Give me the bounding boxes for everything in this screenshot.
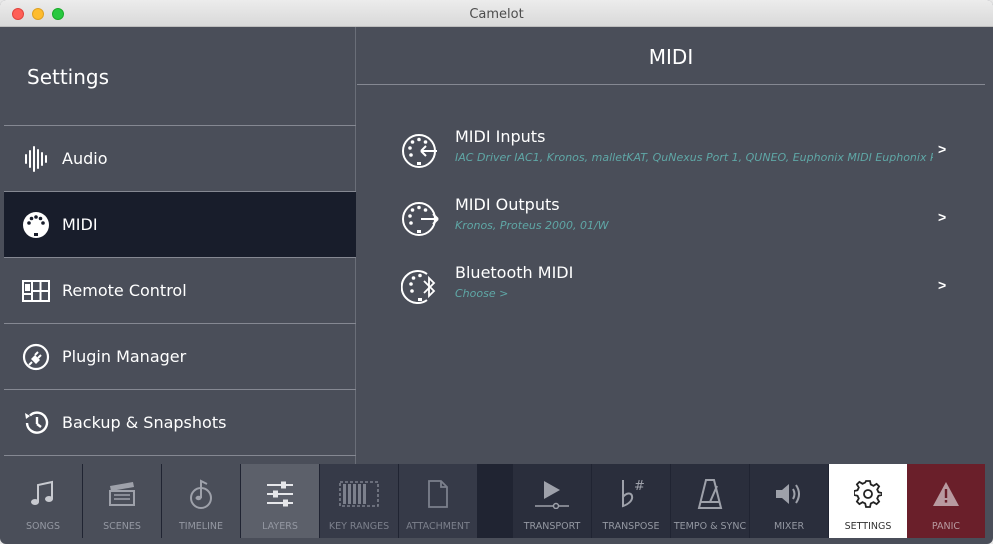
midi-input-icon (401, 131, 441, 171)
sidebar-item-plugin-manager[interactable]: Plugin Manager (4, 324, 356, 390)
tab-attachment[interactable]: ATTACHMENT (399, 464, 477, 538)
tab-settings[interactable]: SETTINGS (829, 464, 907, 538)
app-frame: Settings Audio MIDI Remote Control Plugi… (4, 27, 985, 538)
tab-label: LAYERS (262, 521, 298, 532)
tab-panic[interactable]: PANIC (907, 464, 985, 538)
row-subtitle: IAC Driver IAC1, Kronos, malletKAT, QuNe… (455, 151, 933, 164)
chevron-right-icon: > (938, 141, 947, 157)
chevron-right-icon: > (938, 209, 947, 225)
row-subtitle: Kronos, Proteus 2000, 01/W (455, 219, 609, 232)
history-icon (22, 409, 50, 437)
sidebar-item-label: MIDI (62, 215, 98, 234)
tab-label: MIXER (773, 521, 805, 532)
svg-text:#: # (634, 479, 645, 494)
warning-icon (907, 478, 985, 510)
tab-label: TEMPO & SYNC (673, 521, 747, 532)
waveform-icon (22, 145, 50, 173)
sidebar-item-backup-snapshots[interactable]: Backup & Snapshots (4, 390, 356, 456)
midi-output-icon (401, 199, 441, 239)
sidebar-title: Settings (27, 65, 110, 89)
document-icon (399, 478, 477, 510)
tab-label: PANIC (931, 521, 961, 532)
midi-settings-panel: MIDI MIDI Inputs IAC Driver IAC1, Kronos… (357, 27, 985, 464)
sidebar-item-audio[interactable]: Audio (4, 126, 356, 192)
title-bar: Camelot (0, 0, 993, 27)
midi-connector-icon (22, 211, 50, 239)
tab-layers[interactable]: LAYERS (241, 464, 319, 538)
bluetooth-midi-row[interactable]: Bluetooth MIDI Choose > > (357, 255, 985, 319)
tab-scenes[interactable]: SCENES (83, 464, 161, 538)
flat-sharp-icon: # (592, 478, 670, 510)
page-title: MIDI (648, 45, 694, 69)
tab-label: SONGS (25, 521, 60, 532)
music-note-icon (4, 478, 82, 510)
tab-transpose[interactable]: # TRANSPOSE (592, 464, 670, 538)
bluetooth-midi-icon (400, 267, 441, 307)
tab-tempo-sync[interactable]: TEMPO & SYNC (671, 464, 749, 538)
sidebar-item-label: Remote Control (62, 281, 187, 300)
app-window: Camelot Settings Audio MIDI Remote Contr… (0, 0, 993, 544)
row-title: MIDI Inputs (455, 127, 546, 146)
sidebar-item-midi[interactable]: MIDI (4, 192, 356, 258)
midi-inputs-row[interactable]: MIDI Inputs IAC Driver IAC1, Kronos, mal… (357, 119, 985, 183)
bottom-tab-bar: SONGS SCENES TIMELINE LAYERS KEY RANGES … (4, 464, 985, 538)
window-title: Camelot (469, 7, 524, 22)
tab-label: TRANSPOSE (602, 521, 660, 532)
settings-sidebar: Settings Audio MIDI Remote Control Plugi… (4, 27, 356, 464)
row-title: MIDI Outputs (455, 195, 560, 214)
timeline-note-icon (162, 478, 240, 510)
chevron-right-icon: > (938, 277, 947, 293)
tab-mixer[interactable]: MIXER (750, 464, 828, 538)
sidebar-item-remote-control[interactable]: Remote Control (4, 258, 356, 324)
tab-songs[interactable]: SONGS (4, 464, 82, 538)
tab-label: KEY RANGES (328, 521, 390, 532)
sidebar-item-label: Plugin Manager (62, 347, 187, 366)
tab-key-ranges[interactable]: KEY RANGES (320, 464, 398, 538)
row-subtitle: Choose > (455, 287, 509, 300)
tab-label: SCENES (103, 521, 141, 532)
grid-controller-icon (22, 277, 50, 305)
speaker-icon (750, 478, 828, 510)
metronome-icon (671, 478, 749, 510)
tab-transport[interactable]: TRANSPORT (513, 464, 591, 538)
play-icon (513, 478, 591, 510)
gear-icon (829, 478, 907, 510)
tab-label: ATTACHMENT (406, 521, 470, 532)
row-title: Bluetooth MIDI (455, 263, 574, 282)
sidebar-item-label: Audio (62, 149, 108, 168)
keyboard-icon (320, 478, 398, 510)
tab-label: TIMELINE (178, 521, 223, 532)
clapperboard-icon (83, 478, 161, 510)
midi-outputs-row[interactable]: MIDI Outputs Kronos, Proteus 2000, 01/W … (357, 187, 985, 251)
plug-icon (22, 343, 50, 371)
sliders-icon (241, 478, 319, 510)
tab-label: SETTINGS (844, 521, 892, 532)
sidebar-item-label: Backup & Snapshots (62, 413, 227, 432)
panel-header: MIDI (357, 27, 985, 85)
tab-label: TRANSPORT (523, 521, 581, 532)
tab-timeline[interactable]: TIMELINE (162, 464, 240, 538)
